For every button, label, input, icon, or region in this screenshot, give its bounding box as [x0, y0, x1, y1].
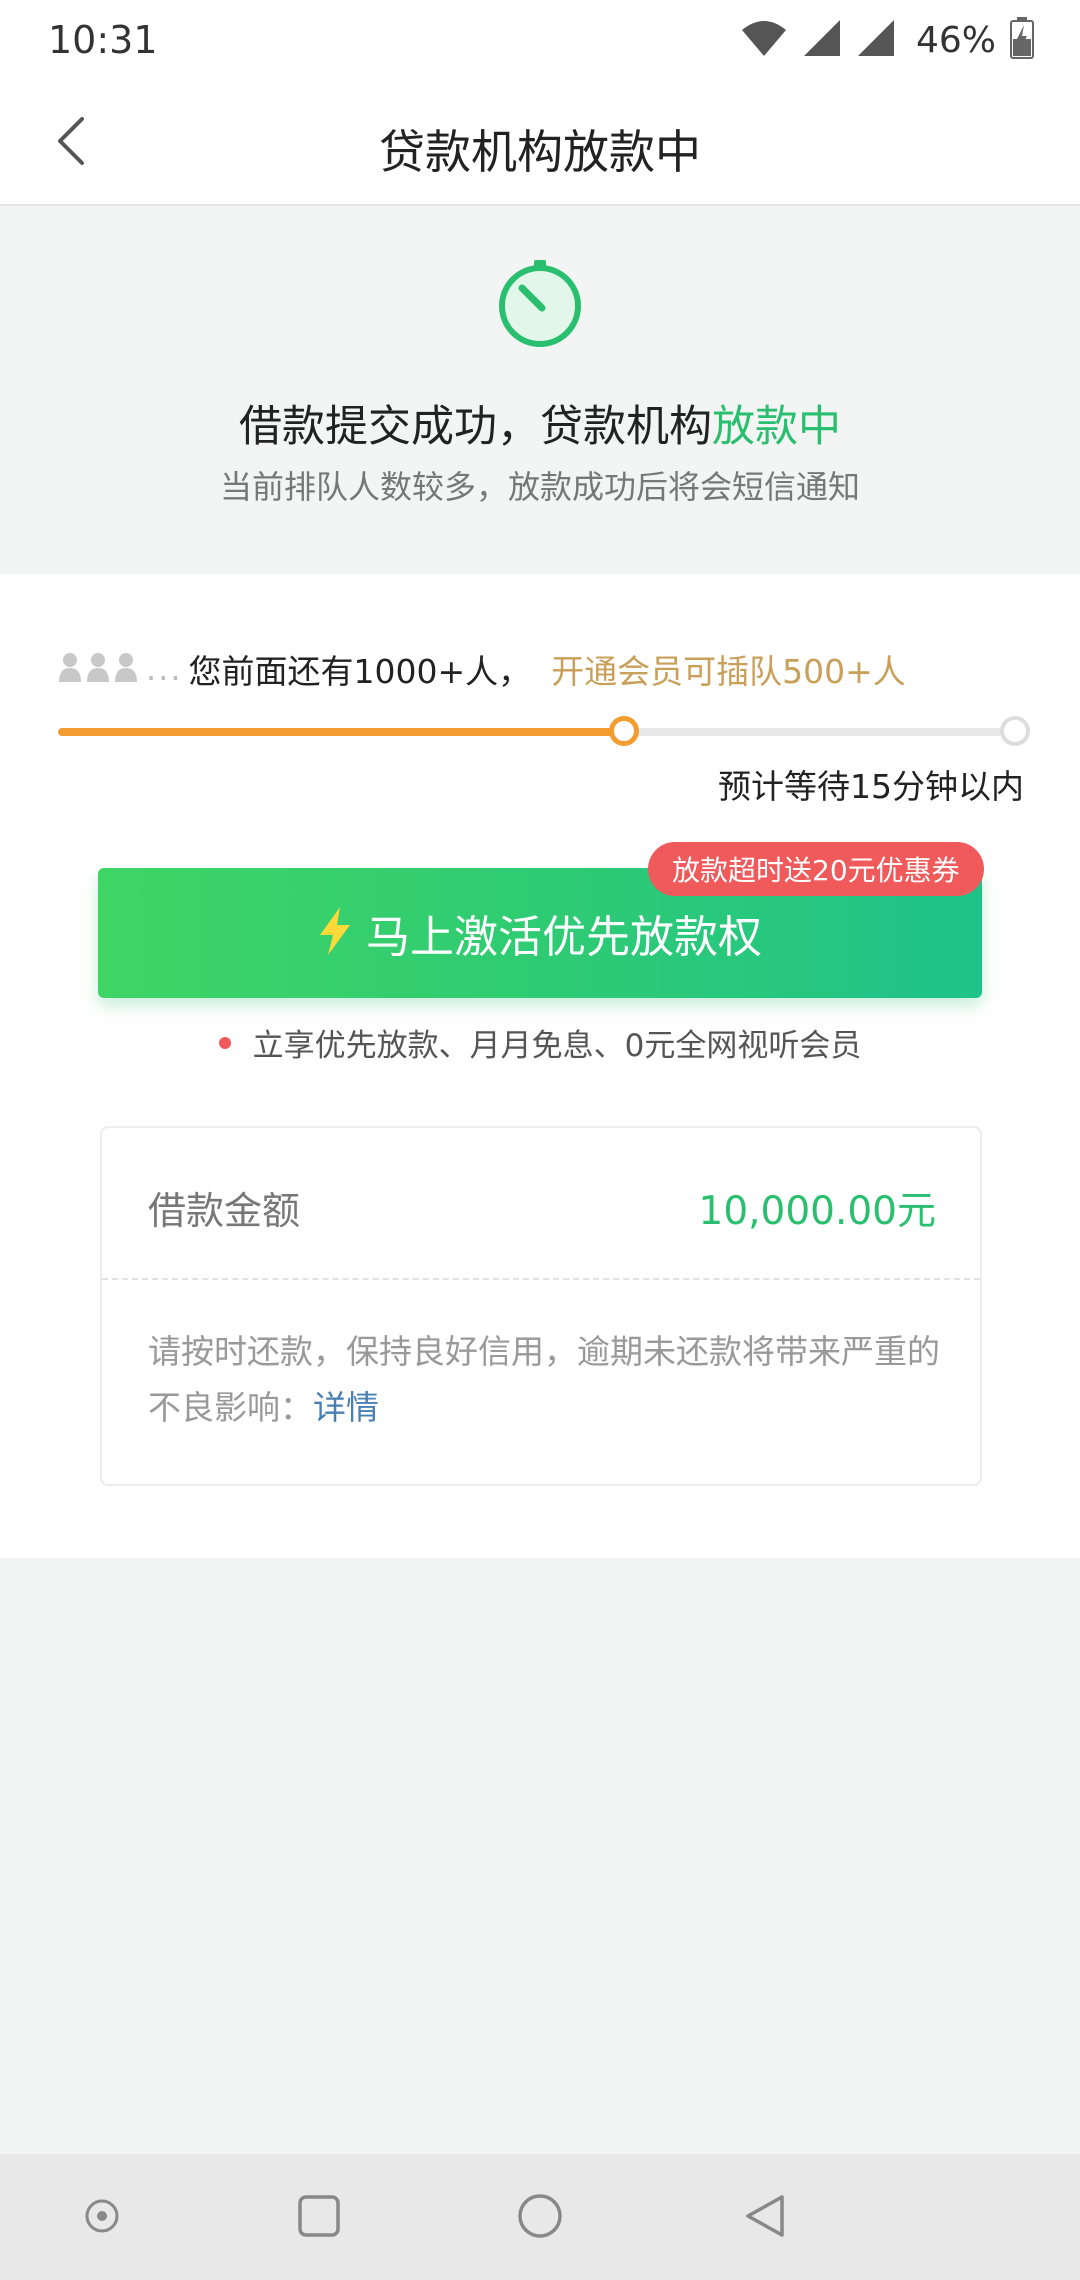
- wifi-icon: [740, 18, 788, 62]
- circle-icon: [517, 2193, 563, 2243]
- wait-time-text: 预计等待15分钟以内: [718, 767, 1024, 806]
- coupon-badge: 放款超时送20元优惠券: [648, 842, 984, 896]
- banner-title-prefix: 借款提交成功，贷款机构: [239, 402, 712, 452]
- nav-back-button[interactable]: [734, 2188, 794, 2248]
- bullet-dot: [218, 1036, 231, 1049]
- queue-progress-fill: [58, 728, 625, 736]
- banner-title: 借款提交成功，贷款机构放款中: [0, 392, 1080, 454]
- loan-amount-label: 借款金额: [148, 1189, 301, 1233]
- detail-link[interactable]: 详情: [313, 1388, 379, 1427]
- triangle-back-icon: [742, 2193, 786, 2243]
- queue-dots: ...: [146, 650, 183, 688]
- benefits-text: 立享优先放款、月月免息、0元全网视听会员: [252, 1028, 862, 1064]
- person-icon: [86, 652, 110, 686]
- queue-row: ... 您前面还有1000+人， 开通会员可插队500+人: [58, 644, 906, 694]
- battery-charging-icon: [1010, 17, 1034, 63]
- repayment-note-text: 请按时还款，保持良好信用，逾期未还款将带来严重的不良影响：: [148, 1332, 940, 1427]
- person-icon: [58, 652, 82, 686]
- people-icons: [58, 652, 138, 686]
- membership-promo-link[interactable]: 开通会员可插队500+人: [551, 645, 906, 693]
- banner-subtitle: 当前排队人数较多，放款成功后将会短信通知: [219, 468, 860, 506]
- activate-button-label: 马上激活优先放款权: [366, 912, 762, 963]
- signal-icon: [856, 18, 896, 62]
- loan-amount-value: 10,000.00元: [698, 1189, 937, 1234]
- signal-icon: [802, 18, 842, 62]
- nav-home-button[interactable]: [510, 2188, 570, 2248]
- square-icon: [297, 2194, 341, 2242]
- status-bar: 10:31 46%: [0, 0, 1080, 80]
- dot-circle-icon: [84, 2198, 120, 2238]
- banner-title-highlight: 放款中: [712, 402, 841, 452]
- status-banner: 借款提交成功，贷款机构放款中 当前排队人数较多，放款成功后将会短信通知: [0, 206, 1080, 574]
- queue-progress-bar: [58, 716, 1030, 746]
- battery-percent: 46%: [915, 19, 996, 61]
- main-content: ... 您前面还有1000+人， 开通会员可插队500+人 预计等待15分钟以内…: [0, 574, 1080, 1558]
- page-title: 贷款机构放款中: [379, 125, 701, 179]
- queue-progress-end: [1000, 716, 1030, 746]
- nav-recents-button[interactable]: [289, 2188, 349, 2248]
- person-icon: [114, 652, 138, 686]
- queue-progress-marker: [609, 716, 640, 746]
- queue-count-text: 您前面还有1000+人，: [188, 652, 532, 691]
- status-time: 10:31: [48, 18, 158, 62]
- benefits-line: 立享优先放款、月月免息、0元全网视听会员: [0, 1020, 1080, 1065]
- nav-assist-button[interactable]: [72, 2188, 132, 2248]
- system-nav-bar: [0, 2154, 1080, 2280]
- status-icons: 46%: [740, 14, 1034, 66]
- header: 贷款机构放款中: [0, 80, 1080, 206]
- loan-card: 借款金额 10,000.00元 请按时还款，保持良好信用，逾期未还款将带来严重的…: [100, 1126, 982, 1486]
- repayment-note: 请按时还款，保持良好信用，逾期未还款将带来严重的不良影响：详情: [148, 1324, 948, 1436]
- divider: [102, 1278, 980, 1280]
- lightning-icon: [318, 907, 352, 959]
- timer-icon: [494, 258, 586, 350]
